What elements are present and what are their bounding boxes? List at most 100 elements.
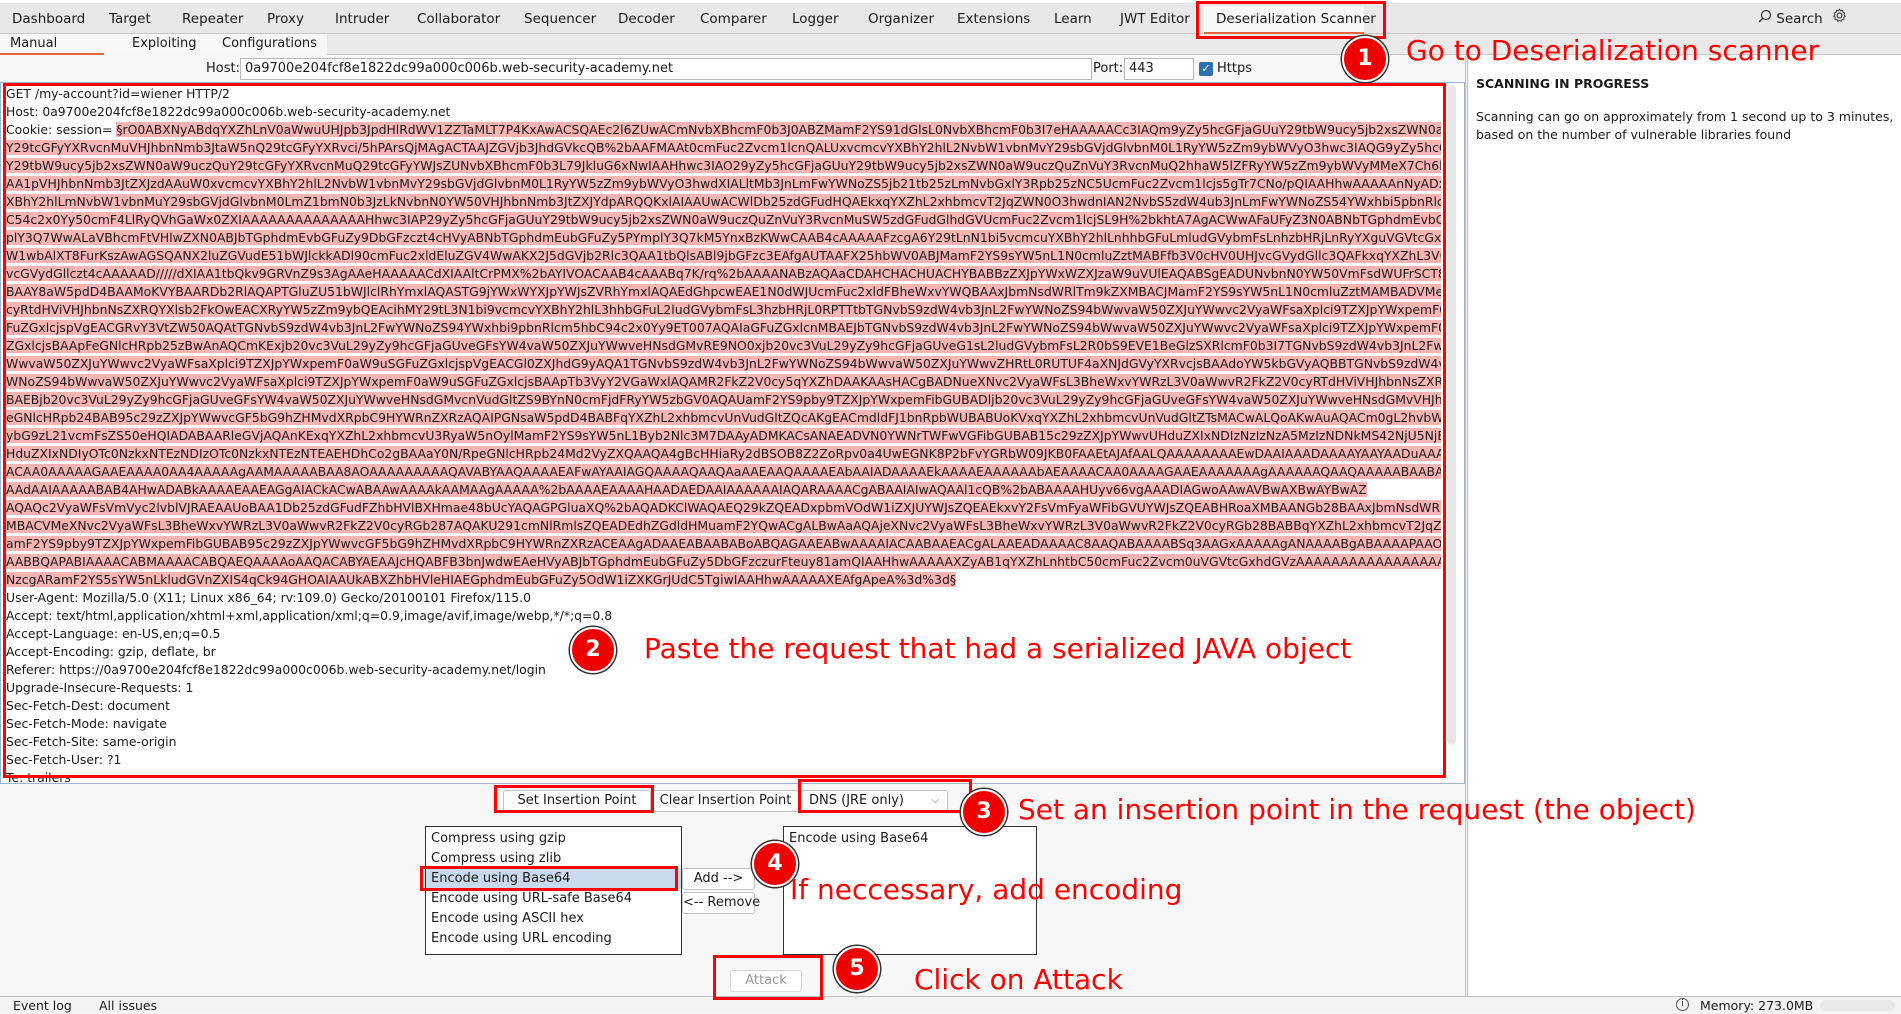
tab-jwt-editor[interactable]: JWT Editor — [1108, 6, 1202, 34]
list-item[interactable]: Encode using Base64 — [784, 829, 1036, 849]
annotation-badge-1: 1 — [1342, 36, 1388, 82]
cookie-line: WNoZS94bWwvaW50ZXJuYWwvc2VyaWFsaXplci9TZ… — [6, 373, 1441, 391]
https-checkbox[interactable]: ✓ — [1199, 62, 1213, 76]
cookie-line: HduZXIxNDIyOTc0NzkxNTEzNDIzOTc0NzkxNTEzN… — [6, 445, 1441, 463]
status-bar: Event log All issues i Memory: 273.0MB — [0, 996, 1901, 1013]
serialized-object-highlight[interactable]: cyRtdHViVHJhbnNsZXRQYXlsb2FkOwEACXRyYW5z… — [6, 302, 1441, 317]
tab-extensions[interactable]: Extensions — [945, 6, 1042, 34]
remove-encoding-button[interactable]: <-- Remove — [682, 892, 760, 914]
request-line: GET /my-account?id=wiener HTTP/2 — [6, 86, 230, 101]
cookie-line: Cookie: session= §rO0ABXNyABdqYXZhLnV0aW… — [6, 121, 1441, 139]
serialized-object-highlight[interactable]: vcGVydGllczt4cAAAAAD/////dXIAA1tbQkv9GRV… — [6, 266, 1441, 281]
serialized-object-highlight[interactable]: WwvaW50ZXJuYWwvc2VyaWFsaXplci9TZXJpYWxpe… — [6, 356, 1441, 371]
tab-sequencer[interactable]: Sequencer — [512, 6, 608, 34]
annotation-badge-2: 2 — [570, 627, 616, 673]
request-editor[interactable]: GET /my-account?id=wiener HTTP/2 Host: 0… — [0, 82, 1465, 784]
subtab-configurations[interactable]: Configurations — [212, 34, 327, 55]
settings-button[interactable]: Settings — [1832, 6, 1901, 53]
serialized-object-highlight[interactable]: BAEBjb20vc3VuL29yZy9hcGFjaGUveGFsYW4vaW5… — [6, 392, 1441, 407]
panel-splitter[interactable] — [1465, 56, 1468, 996]
tab-dashboard[interactable]: Dashboard — [0, 6, 97, 34]
serialized-object-highlight[interactable]: Y29tcGFyYXRvcnMuVHJhbnNmb3JtaW5nQ29tcGFy… — [6, 140, 1441, 155]
tab-proxy[interactable]: Proxy — [255, 6, 316, 34]
tab-organizer[interactable]: Organizer — [856, 6, 946, 34]
serialized-object-highlight[interactable]: Y29tbW9ucy5jb2xsZWN0aW9uczQuY29tcGFyYXRv… — [6, 158, 1441, 173]
serialized-object-highlight[interactable]: C54c2x0Yy50cmF4LlRyQVhGaWx0ZXIAAAAAAAAAA… — [6, 212, 1441, 227]
serialized-object-highlight[interactable]: FuZGxlcjspVgEACGRvY3VtZW50AQAtTGNvbS9zdW… — [6, 320, 1441, 335]
search-button[interactable]: Search — [1758, 6, 1823, 34]
tab-repeater[interactable]: Repeater — [170, 6, 255, 34]
subtab-manual-testing[interactable]: Manual testing — [0, 34, 104, 70]
payload-type-select[interactable]: DNS (JRE only) ⌵ — [800, 790, 948, 812]
serialized-object-highlight[interactable]: NzcgARamF2YS5sYW5nLkludGVnZXIS4qCk94GHOA… — [6, 572, 957, 587]
payload-type-value: DNS (JRE only) — [809, 793, 904, 808]
serialized-object-highlight[interactable]: §rO0ABXNyABdqYXZhLnV0aWwuUHJpb3JpdHlRdWV… — [116, 122, 1441, 137]
serialized-object-highlight[interactable]: AAdAAIAAAAABAB4AHwADABkAAAAEAAEAGgAIACkA… — [6, 482, 1367, 497]
annotation-text-4: If neccessary, add encoding — [790, 873, 1183, 906]
request-line: Host: 0a9700e204fcf8e1822dc99a000c006b.w… — [6, 104, 451, 119]
serialized-object-highlight[interactable]: MBACVMeXNvc2VyaWFsL3BheWxvYWRzL3V0aWwvR2… — [6, 518, 1441, 533]
host-input[interactable]: 0a9700e204fcf8e1822dc99a000c006b.web-sec… — [240, 58, 1092, 80]
serialized-object-highlight[interactable]: AABBQAPABIAAAACABMAAAACABQAEQAAAAoAAQACA… — [6, 554, 1441, 569]
attack-button[interactable]: Attack — [730, 970, 802, 992]
https-label: Https — [1217, 61, 1252, 76]
serialized-object-highlight[interactable]: amF2YS9pby9TZXJpYWxpemFibGUBAB95c29zZXJp… — [6, 536, 1441, 551]
cookie-line: vcGVydGllczt4cAAAAAD/////dXIAA1tbQkv9GRV… — [6, 265, 1441, 283]
scan-status-title: SCANNING IN PROGRESS — [1476, 76, 1650, 91]
subtab-exploiting[interactable]: Exploiting — [122, 34, 207, 55]
serialized-object-highlight[interactable]: ybG9zL21vcmFsZS50eHQIADABAARleGVjAQAnKEx… — [6, 428, 1441, 443]
list-item[interactable]: Encode using ASCII hex — [426, 909, 681, 929]
serialized-object-highlight[interactable]: W1wbAlXT8FurKszAwAGSQANX2luZGVudE51bWJlc… — [6, 248, 1441, 263]
request-line: Accept: text/html,application/xhtml+xml,… — [6, 608, 613, 623]
cookie-line: cyRtdHViVHJhbnNsZXRQYXlsb2FkOwEACXRyYW5z… — [6, 301, 1441, 319]
tab-decoder[interactable]: Decoder — [606, 6, 687, 34]
cookie-line: ZGxlcjsBAApFeGNlcHRpb25zBwAnAQCmKExjb20v… — [6, 337, 1441, 355]
set-insertion-point-button[interactable]: Set Insertion Point — [503, 790, 651, 812]
serialized-object-highlight[interactable]: ACAA0AAAAAGAAEAAAA0AA4AAAAAgAAMAAAAABAA8… — [6, 464, 1441, 479]
cookie-line: plY3Q7WwALaVBhcmFtVHlwZXN0ABJbTGphdmEvbG… — [6, 229, 1441, 247]
serialized-object-highlight[interactable]: AQAQc2VyaWFsVmVyc2lvblVJRAEAAUoBAA1Db25z… — [6, 500, 1441, 515]
list-item[interactable]: Compress using gzip — [426, 829, 681, 849]
cookie-line: FuZGxlcjspVgEACGRvY3VtZW50AQAtTGNvbS9zdW… — [6, 319, 1441, 337]
list-item[interactable]: Encode using URL encoding — [426, 929, 681, 949]
target-row: Host: 0a9700e204fcf8e1822dc99a000c006b.w… — [0, 56, 1465, 82]
cookie-line: AA1pVHJhbnNmb3JtZXJzdAAuW0xvcmcvYXBhY2hl… — [6, 175, 1441, 193]
cookie-line: amF2YS9pby9TZXJpYWxpemFibGUBAB95c29zZXJp… — [6, 535, 1441, 553]
chevron-down-icon: ⌵ — [931, 795, 939, 806]
serialized-object-highlight[interactable]: eGNlcHRpb24BAB95c29zZXJpYWwvcGF5bG9hZHMv… — [6, 410, 1441, 425]
editor-scrollbar[interactable] — [1447, 85, 1456, 745]
serialized-object-highlight[interactable]: plY3Q7WwALaVBhcmFtVHlwZXN0ABJbTGphdmEvbG… — [6, 230, 1441, 245]
serialized-object-highlight[interactable]: WNoZS94bWwvaW50ZXJuYWwvc2VyaWFsaXplci9TZ… — [6, 374, 1441, 389]
serialized-object-highlight[interactable]: HduZXIxNDIyOTc0NzkxNTEzNDIzOTc0NzkxNTEzN… — [6, 446, 1441, 461]
list-item[interactable]: Encode using URL-safe Base64 — [426, 889, 681, 909]
cookie-line: BAEBjb20vc3VuL29yZy9hcGFjaGUveGFsYW4vaW5… — [6, 391, 1441, 409]
serialized-object-highlight[interactable]: BAAY8aW5pdD4BAAMoKVYBAARDb2RlAQAPTGluZU5… — [6, 284, 1441, 299]
list-item[interactable]: Compress using zlib — [426, 849, 681, 869]
clear-insertion-point-button[interactable]: Clear Insertion Point — [652, 790, 799, 812]
tab-collaborator[interactable]: Collaborator — [405, 6, 512, 34]
request-text[interactable]: GET /my-account?id=wiener HTTP/2 Host: 0… — [6, 85, 1441, 783]
serialized-object-highlight[interactable]: ZGxlcjsBAApFeGNlcHRpb25zBwAnAQCmKExjb20v… — [6, 338, 1441, 353]
tab-intruder[interactable]: Intruder — [323, 6, 401, 34]
tab-target[interactable]: Target — [97, 6, 163, 34]
tab-comparer[interactable]: Comparer — [688, 6, 779, 34]
cookie-line: AABBQAPABIAAAACABMAAAACABQAEQAAAAoAAQACA… — [6, 553, 1441, 571]
host-label: Host: — [206, 61, 240, 76]
list-item[interactable]: Encode using Base64 — [426, 869, 681, 889]
tab-learn[interactable]: Learn — [1042, 6, 1104, 34]
available-encodings-list[interactable]: Compress using gzip Compress using zlib … — [425, 826, 682, 955]
serialized-object-highlight[interactable]: XBhY2hlLmNvbW1vbnMuY29sbGVjdGlvbnM0LmZ1b… — [6, 194, 1441, 209]
annotation-badge-3: 3 — [961, 789, 1007, 835]
add-encoding-button[interactable]: Add --> — [682, 868, 755, 890]
tab-deserialization-scanner[interactable]: Deserialization Scanner — [1204, 6, 1376, 34]
tab-logger[interactable]: Logger — [780, 6, 851, 34]
request-line: Sec-Fetch-User: ?1 — [6, 752, 122, 767]
port-input[interactable]: 443 — [1124, 58, 1194, 80]
cookie-line: C54c2x0Yy50cmF4LlRyQVhGaWx0ZXIAAAAAAAAAA… — [6, 211, 1441, 229]
annotation-text-1: Go to Deserialization scanner — [1406, 34, 1820, 67]
cookie-line: eGNlcHRpb24BAB95c29zZXJpYWwvcGF5bG9hZHMv… — [6, 409, 1441, 427]
serialized-object-highlight[interactable]: AA1pVHJhbnNmb3JtZXJzdAAuW0xvcmcvYXBhY2hl… — [6, 176, 1441, 191]
event-log-tab[interactable]: Event log — [13, 997, 72, 1014]
cookie-line: WwvaW50ZXJuYWwvc2VyaWFsaXplci9TZXJpYWxpe… — [6, 355, 1441, 373]
all-issues-tab[interactable]: All issues — [99, 997, 157, 1014]
